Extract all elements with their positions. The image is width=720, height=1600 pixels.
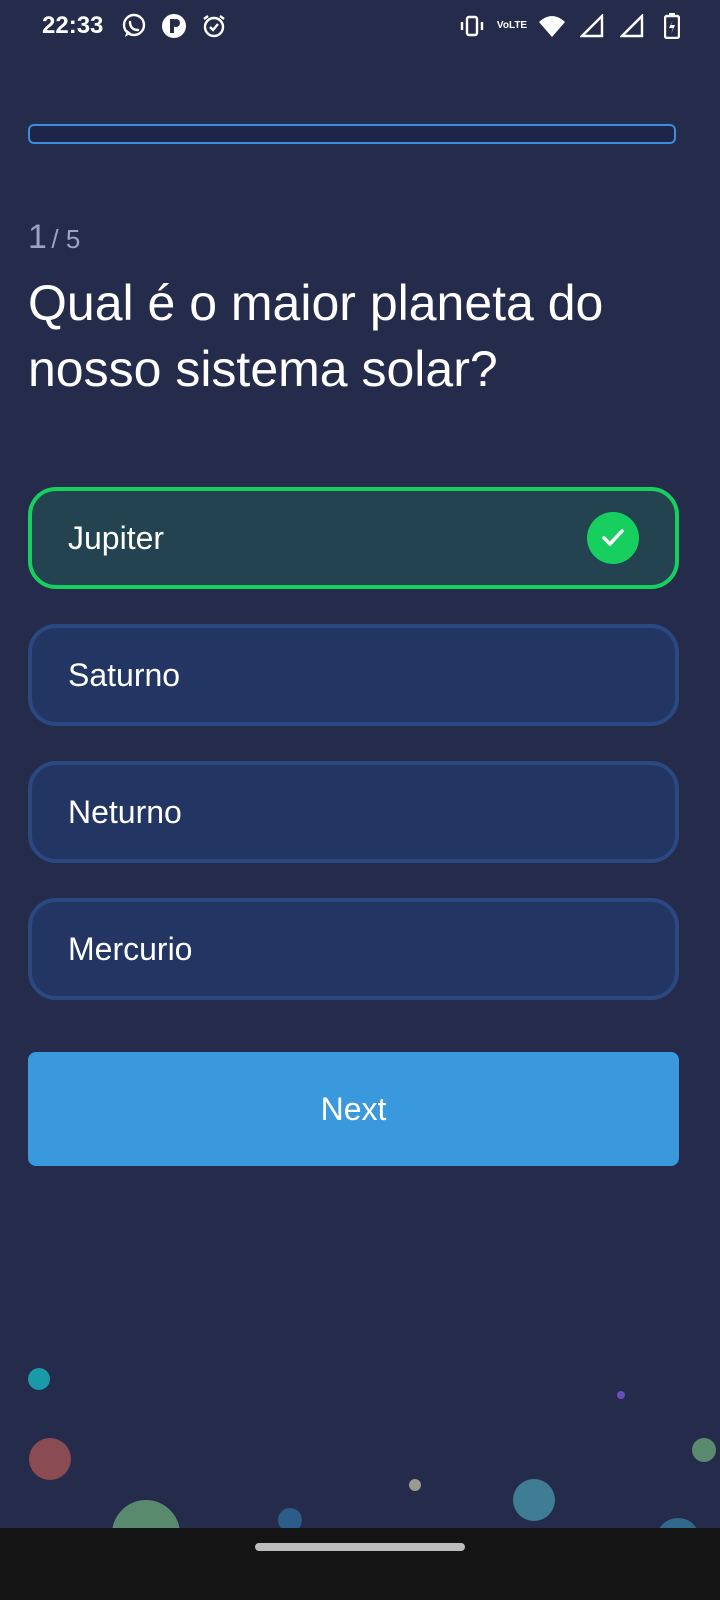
status-time: 22:33 bbox=[42, 12, 104, 39]
answer-option-label: Jupiter bbox=[68, 519, 165, 556]
volte-label-bottom: LTE bbox=[508, 20, 528, 31]
answer-option-jupiter[interactable]: Jupiter bbox=[28, 487, 679, 589]
system-navigation-bar bbox=[0, 1528, 720, 1600]
check-icon bbox=[587, 512, 639, 564]
whatsapp-icon bbox=[120, 12, 148, 40]
decorative-bubble bbox=[617, 1391, 625, 1399]
question-text: Qual é o maior planeta do nosso sistema … bbox=[28, 275, 604, 397]
home-gesture-handle[interactable] bbox=[255, 1543, 465, 1551]
question-counter: 1 / 5 bbox=[28, 218, 80, 257]
vibrate-icon bbox=[458, 12, 486, 40]
system-icons: Vo LTE bbox=[458, 12, 686, 40]
notification-icons bbox=[120, 12, 228, 40]
volte-label-top: Vo bbox=[496, 20, 509, 31]
alarm-icon bbox=[200, 12, 228, 40]
answer-option-label: Mercurio bbox=[68, 930, 193, 967]
decorative-bubble bbox=[692, 1438, 716, 1462]
volte-icon: Vo LTE bbox=[496, 12, 528, 40]
total-questions: / 5 bbox=[51, 224, 81, 254]
app-icon bbox=[160, 12, 188, 40]
decorative-bubble bbox=[29, 1438, 71, 1480]
decorative-bubble bbox=[409, 1479, 421, 1491]
current-question-number: 1 bbox=[28, 218, 47, 256]
battery-icon bbox=[658, 12, 686, 40]
answer-option-label: Saturno bbox=[68, 656, 181, 693]
wifi-icon bbox=[538, 12, 566, 40]
answer-option-neturno[interactable]: Neturno bbox=[28, 761, 679, 863]
answer-option-saturno[interactable]: Saturno bbox=[28, 624, 679, 726]
signal-icon bbox=[618, 12, 646, 40]
decorative-bubble bbox=[28, 1368, 50, 1390]
signal-icon bbox=[578, 12, 606, 40]
next-button[interactable]: Next bbox=[28, 1052, 679, 1166]
answer-option-mercurio[interactable]: Mercurio bbox=[28, 898, 679, 1000]
quiz-progress-bar bbox=[28, 124, 676, 144]
status-bar: 22:33 Vo LTE bbox=[0, 0, 720, 56]
decorative-bubble bbox=[513, 1479, 555, 1521]
answer-option-label: Neturno bbox=[68, 793, 182, 830]
